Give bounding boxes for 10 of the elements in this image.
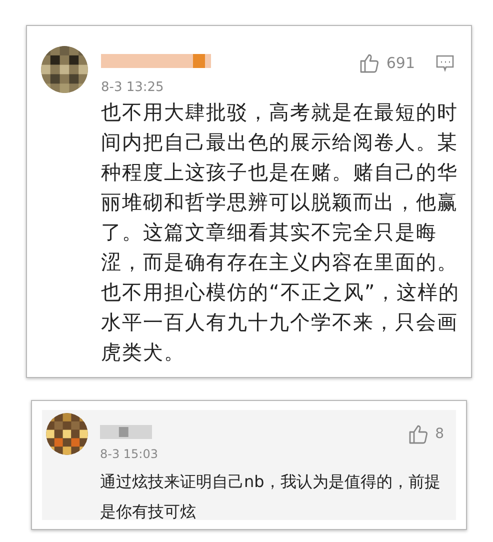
comment-time: 8-3 13:25: [101, 80, 165, 95]
like-count: 691: [386, 54, 415, 72]
thumbs-up-icon[interactable]: [407, 423, 430, 445]
comment-icon[interactable]: [435, 53, 455, 73]
comment-text: 也不用大肆批驳，高考就是在最短的时间内把自己最出色的展示给阅卷人。某种程度上这孩子也是在赌。赌自己的华丽堆砌和哲学思辨可以脱颖而出，他赢了。这篇文章细看其实不完全只是晦涩，而是确有存在主义内容在里面的。也不用担心模仿的“不正之风”，这样的水平一百人有九十九个学不来，只会画虎类犬。: [101, 99, 461, 366]
comment-time: 8-3 15:03: [100, 447, 159, 461]
blurred-name: [100, 425, 152, 439]
thumbs-up-icon[interactable]: [358, 52, 380, 74]
like-count: 8: [435, 426, 444, 442]
comment-text: 通过炫技来证明自己nb，我认为是值得的，前提是你有技可炫: [100, 471, 442, 523]
